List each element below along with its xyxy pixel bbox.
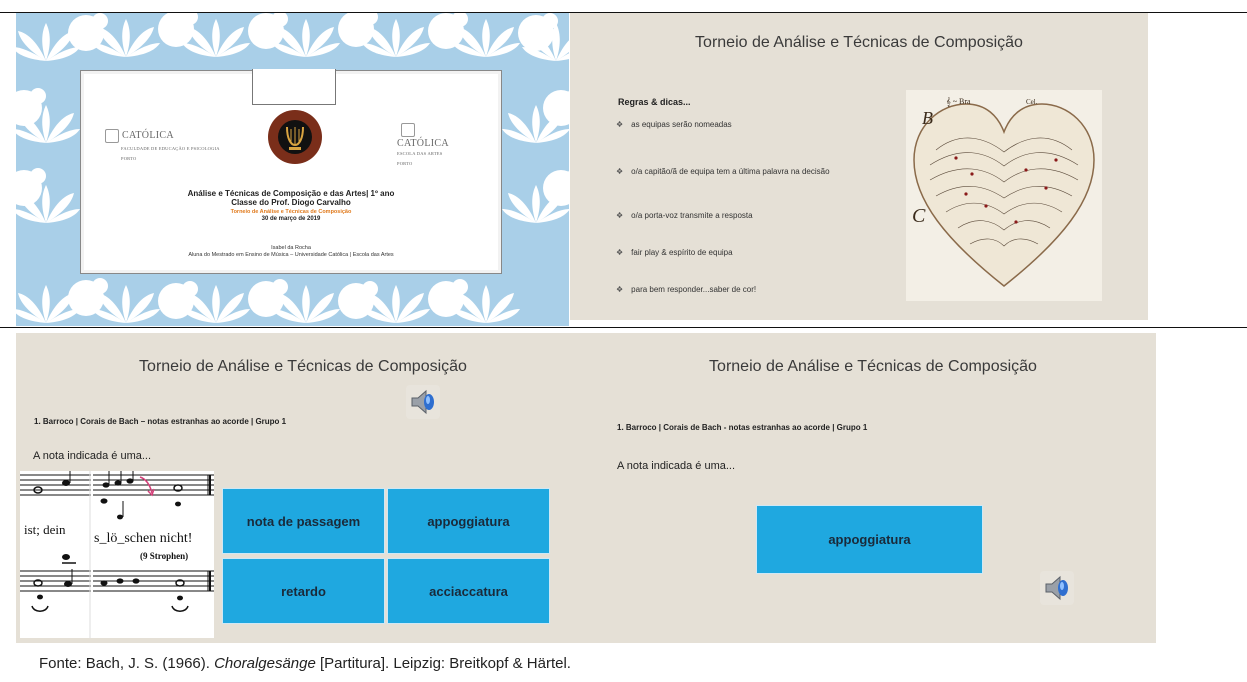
slide-title: Torneio de Análise e Técnicas de Composi… <box>139 358 467 375</box>
diamond-bullet-icon: ❖ <box>616 248 624 257</box>
heart-manuscript-image: B C 𝄞 ~ Bra Cel. <box>906 90 1102 301</box>
slide-rules[interactable]: Torneio de Análise e Técnicas de Composi… <box>570 13 1148 320</box>
answer-button[interactable]: retardo <box>222 558 385 624</box>
answer-button[interactable]: acciaccatura <box>387 558 550 624</box>
question-heading: 1. Barroco | Corais de Bach - notas estr… <box>617 423 868 432</box>
title-card-date: 30 de março de 2019 <box>261 216 321 222</box>
title-card: CATÓLICA FACULDADE DE EDUCAÇÃO E PSICOLO… <box>80 69 502 274</box>
title-card-subtitle: Torneio de Análise e Técnicas de Composi… <box>230 209 352 215</box>
svg-text:𝄞 ~ Bra: 𝄞 ~ Bra <box>946 97 971 106</box>
slide-question[interactable]: Torneio de Análise e Técnicas de Composi… <box>16 333 590 643</box>
music-score-excerpt: ist; dein s_lö_schen nicht! (9 Strophen) <box>20 471 214 638</box>
diamond-bullet-icon: ❖ <box>616 167 624 176</box>
question-text: A nota indicada é uma... <box>617 460 736 472</box>
slide-title: Torneio de Análise e Técnicas de Composi… <box>709 358 1037 375</box>
slide-title-page[interactable]: CATÓLICA FACULDADE DE EDUCAÇÃO E PSICOLO… <box>16 13 569 326</box>
source-caption: Fonte: Bach, J. S. (1966). Choralgesänge… <box>39 655 571 672</box>
svg-text:Cel.: Cel. <box>1026 98 1038 106</box>
rules-heading: Regras & dicas... <box>618 97 691 107</box>
score-note: (9 Strophen) <box>140 551 188 561</box>
question-text: A nota indicada é uma... <box>33 450 152 462</box>
title-card-author: Isabel da Rocha Aluna do Mestrado em Ensi… <box>188 245 394 258</box>
rule-item: ❖ as equipas serão nomeadas <box>616 120 732 129</box>
slide-answer[interactable]: Torneio de Análise e Técnicas de Composi… <box>590 333 1156 643</box>
rule-item: ❖ para bem responder...saber de cor! <box>616 285 757 294</box>
slide-title: Torneio de Análise e Técnicas de Composi… <box>695 34 1023 51</box>
music-school-seal-icon <box>268 110 322 164</box>
title-card-heading: Análise e Técnicas de Composição e das A… <box>187 189 395 207</box>
answer-button[interactable]: appoggiatura <box>387 488 550 554</box>
rule-item: ❖ fair play & espírito de equipa <box>616 248 733 257</box>
svg-text:B: B <box>922 108 933 128</box>
rule-item: ❖ o/a porta-voz transmite a resposta <box>616 211 753 220</box>
diamond-bullet-icon: ❖ <box>616 120 624 129</box>
svg-text:C: C <box>912 205 926 227</box>
question-heading: 1. Barroco | Corais de Bach – notas estr… <box>34 417 287 426</box>
answer-button[interactable]: appoggiatura <box>756 505 983 574</box>
rule-item: ❖ o/a capitão/ã de equipa tem a última pa… <box>616 167 830 176</box>
diamond-bullet-icon: ❖ <box>616 211 624 220</box>
title-card-tab <box>252 69 336 105</box>
middle-rule <box>0 327 1247 328</box>
answer-grid: nota de passagem appoggiatura retardo ac… <box>222 488 568 628</box>
speaker-icon[interactable] <box>1038 569 1076 607</box>
answer-button[interactable]: nota de passagem <box>222 488 385 554</box>
crest-icon <box>105 129 119 143</box>
diamond-bullet-icon: ❖ <box>616 285 624 294</box>
score-lyrics: s_lö_schen nicht! <box>94 531 192 546</box>
crest-icon <box>401 123 415 137</box>
score-lyrics: ist; dein <box>24 522 66 537</box>
catolica-fep-logo: CATÓLICA FACULDADE DE EDUCAÇÃO E PSICOLO… <box>105 129 220 163</box>
speaker-icon[interactable] <box>404 383 442 421</box>
catolica-ea-logo: CATÓLICA ESCOLA DAS ARTES PORTO <box>397 123 449 168</box>
